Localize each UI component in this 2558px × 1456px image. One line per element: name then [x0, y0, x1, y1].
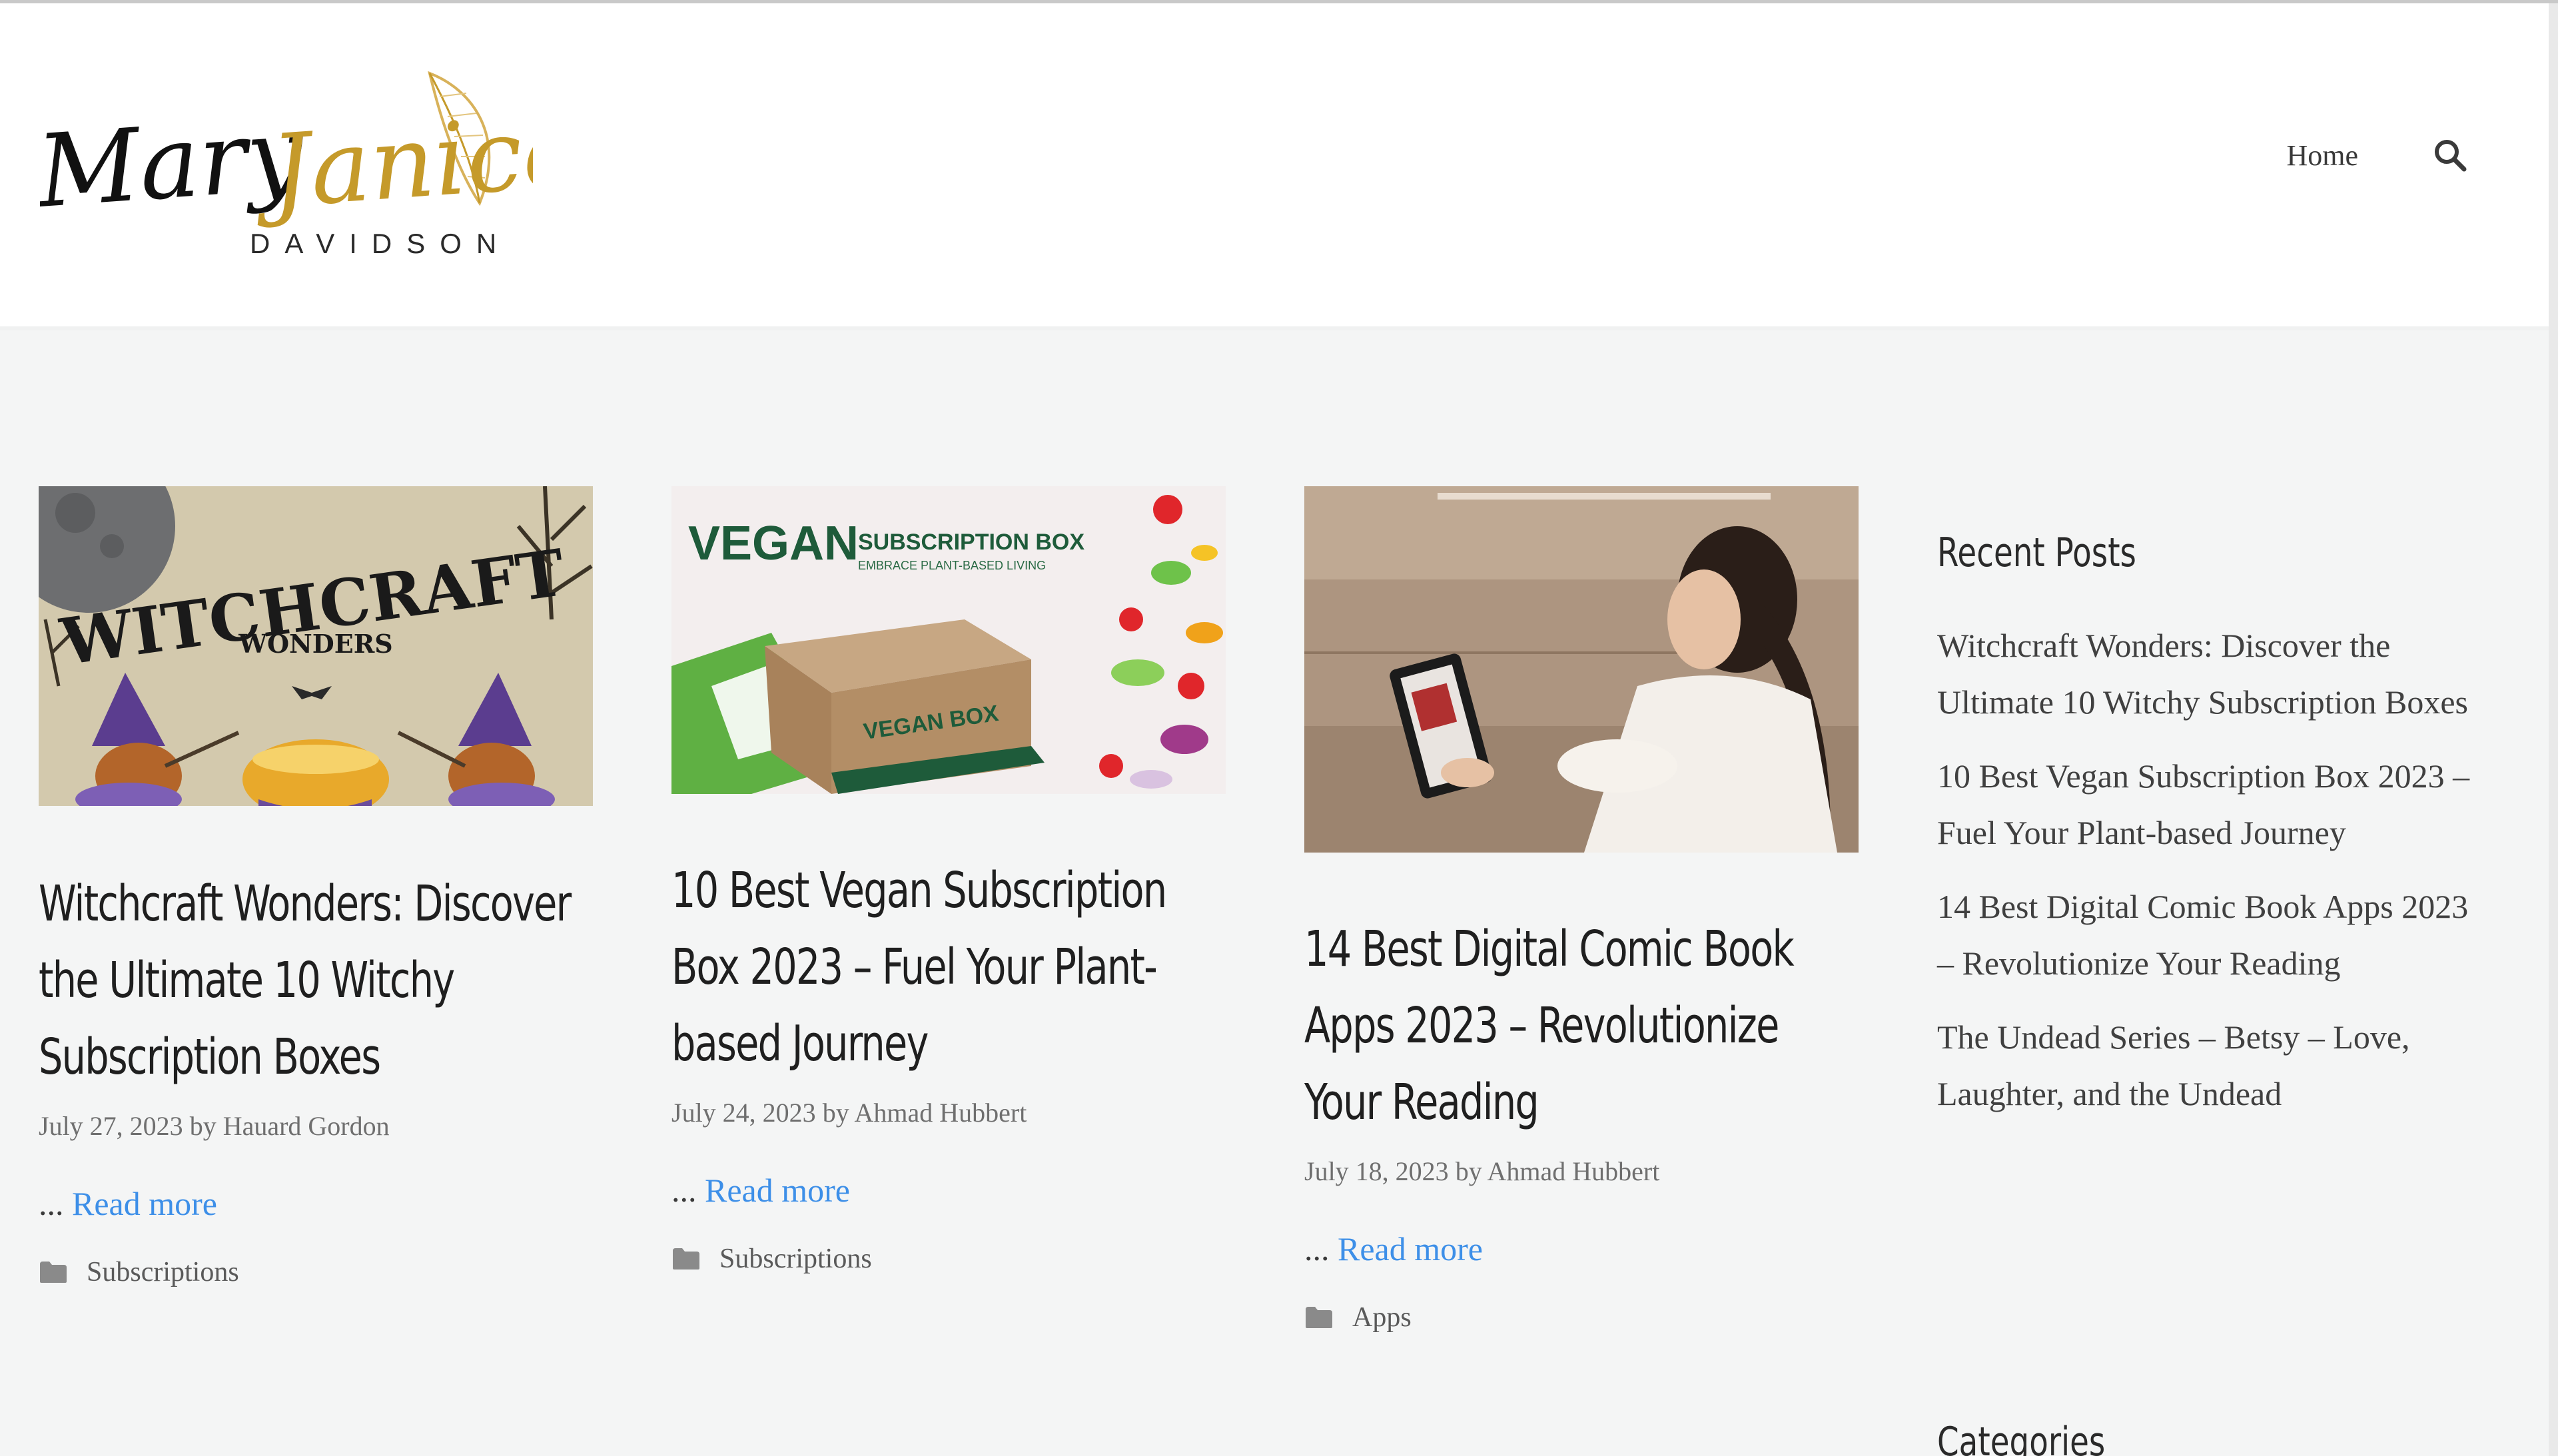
- list-item: 10 Best Vegan Subscription Box 2023 – Fu…: [1937, 748, 2490, 861]
- category-link[interactable]: Subscriptions: [719, 1243, 872, 1275]
- recent-posts-list: Witchcraft Wonders: Discover the Ultimat…: [1937, 617, 2490, 1122]
- thumb-heading: VEGAN: [688, 517, 859, 570]
- excerpt: ... Read more: [671, 1171, 1226, 1210]
- post-thumbnail[interactable]: [1304, 486, 1859, 853]
- folder-icon: [40, 1262, 67, 1283]
- recent-post-link[interactable]: Witchcraft Wonders: Discover the Ultimat…: [1937, 627, 2468, 721]
- post-author[interactable]: Ahmad Hubbert: [854, 1098, 1027, 1128]
- excerpt-ellipsis: ...: [1304, 1230, 1330, 1268]
- post-thumbnail[interactable]: VEGAN SUBSCRIPTION BOX EMBRACE PLANT-BAS…: [671, 486, 1226, 794]
- post-card: 14 Best Digital Comic Book Apps 2023 – R…: [1304, 486, 1859, 1333]
- category-link[interactable]: Subscriptions: [87, 1256, 239, 1288]
- post-meta: July 18, 2023 by Ahmad Hubbert: [1304, 1156, 1859, 1187]
- folder-icon: [673, 1248, 699, 1270]
- recent-post-link[interactable]: 14 Best Digital Comic Book Apps 2023 – R…: [1937, 888, 2468, 982]
- excerpt-ellipsis: ...: [39, 1185, 64, 1222]
- post-title[interactable]: Witchcraft Wonders: Discover the Ultimat…: [39, 866, 594, 1096]
- post-date[interactable]: July 18, 2023: [1304, 1156, 1449, 1186]
- list-item: 14 Best Digital Comic Book Apps 2023 – R…: [1937, 879, 2490, 992]
- logo-last-name: DAVIDSON: [250, 228, 511, 259]
- post-meta: July 24, 2023 by Ahmad Hubbert: [671, 1097, 1226, 1128]
- primary-nav: Home: [2286, 137, 2469, 174]
- post-categories: Subscriptions: [671, 1243, 1226, 1275]
- post-meta: July 27, 2023 by Hauard Gordon: [39, 1110, 593, 1142]
- read-more-link[interactable]: Read more: [705, 1172, 850, 1209]
- post-by: by: [189, 1111, 216, 1141]
- page: Mary Janice DAVIDSON Home WITCHCRAFT WON…: [0, 0, 2558, 1456]
- post-categories: Apps: [1304, 1301, 1859, 1333]
- post-categories: Subscriptions: [39, 1256, 593, 1288]
- excerpt: ... Read more: [39, 1184, 593, 1223]
- post-card: VEGAN SUBSCRIPTION BOX EMBRACE PLANT-BAS…: [671, 486, 1226, 1275]
- post-card: WITCHCRAFT WONDERS Witchcraft Wonders: D…: [39, 486, 593, 1288]
- recent-posts-title: Recent Posts: [1937, 530, 2136, 576]
- folder-icon: [1306, 1307, 1332, 1328]
- search-icon[interactable]: [2431, 137, 2469, 174]
- thumb-tagline: EMBRACE PLANT-BASED LIVING: [858, 559, 1046, 572]
- read-more-link[interactable]: Read more: [72, 1185, 217, 1222]
- post-title[interactable]: 10 Best Vegan Subscription Box 2023 – Fu…: [671, 853, 1227, 1082]
- thumb-subheading: SUBSCRIPTION BOX: [858, 530, 1084, 555]
- post-date[interactable]: July 24, 2023: [671, 1098, 816, 1128]
- post-author[interactable]: Hauard Gordon: [223, 1111, 390, 1141]
- excerpt: ... Read more: [1304, 1230, 1859, 1268]
- categories-title: Categories: [1937, 1419, 2106, 1456]
- post-date[interactable]: July 27, 2023: [39, 1111, 183, 1141]
- recent-post-link[interactable]: 10 Best Vegan Subscription Box 2023 – Fu…: [1937, 757, 2469, 851]
- page-edge: [2549, 3, 2558, 1456]
- list-item: Witchcraft Wonders: Discover the Ultimat…: [1937, 617, 2490, 731]
- list-item: The Undead Series – Betsy – Love, Laught…: [1937, 1009, 2490, 1122]
- post-by: by: [822, 1098, 849, 1128]
- read-more-link[interactable]: Read more: [1338, 1230, 1483, 1268]
- category-link[interactable]: Apps: [1352, 1301, 1412, 1333]
- post-author[interactable]: Ahmad Hubbert: [1487, 1156, 1659, 1186]
- site-logo[interactable]: Mary Janice DAVIDSON: [31, 63, 585, 270]
- post-by: by: [1455, 1156, 1482, 1186]
- site-header: Mary Janice DAVIDSON Home: [0, 3, 2549, 330]
- post-thumbnail[interactable]: WITCHCRAFT WONDERS: [39, 486, 593, 806]
- excerpt-ellipsis: ...: [671, 1172, 697, 1209]
- thumb-subheading: WONDERS: [238, 629, 392, 659]
- sidebar: Recent Posts Witchcraft Wonders: Discove…: [1937, 530, 2490, 1140]
- recent-post-link[interactable]: The Undead Series – Betsy – Love, Laught…: [1937, 1018, 2410, 1112]
- post-title[interactable]: 14 Best Digital Comic Book Apps 2023 – R…: [1304, 911, 1860, 1141]
- nav-home-link[interactable]: Home: [2286, 139, 2358, 173]
- logo-middle-name: Janice: [249, 93, 533, 232]
